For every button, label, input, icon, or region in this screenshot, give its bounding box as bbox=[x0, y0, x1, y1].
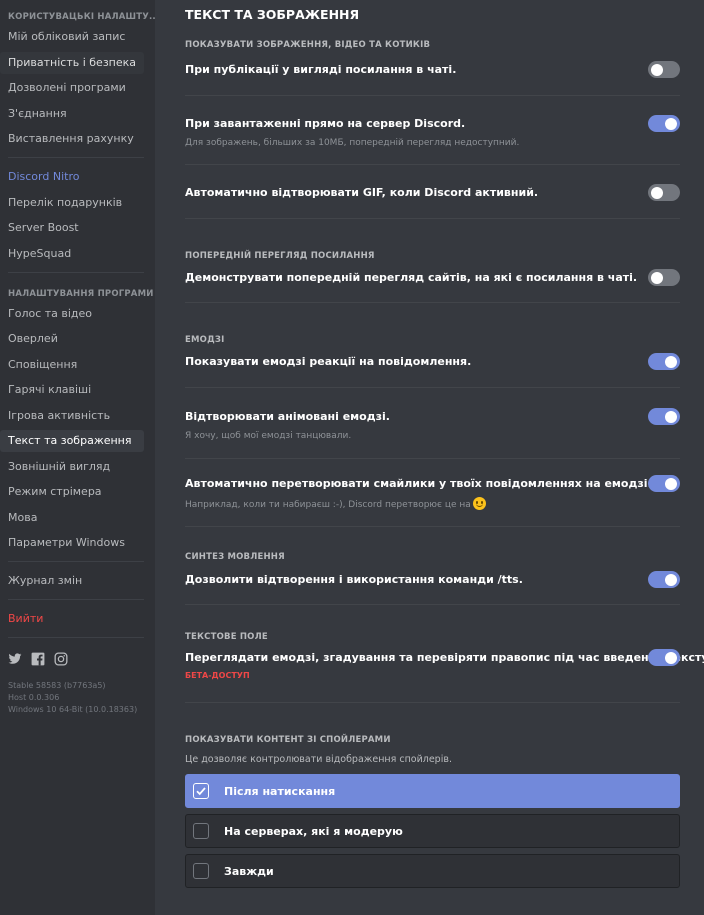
settings-sidebar: КОРИСТУВАЦЬКІ НАЛАШТУ... Мій обліковий з… bbox=[0, 0, 155, 915]
sidebar-item-voice-video[interactable]: Голос та відео bbox=[0, 303, 144, 325]
toggle-knob bbox=[665, 477, 677, 490]
setting-tts-command: Дозволити відтворення і використання ком… bbox=[185, 571, 680, 588]
sidebar-item-billing[interactable]: Виставлення рахунку bbox=[0, 128, 144, 150]
sidebar-divider bbox=[8, 561, 144, 562]
sidebar-item-hypesquad[interactable]: HypeSquad bbox=[0, 243, 144, 265]
sidebar-item-overlay[interactable]: Оверлей bbox=[0, 328, 144, 350]
toggle-knob bbox=[651, 271, 663, 284]
autoplay-gif-toggle[interactable] bbox=[648, 184, 680, 201]
sidebar-item-gift-inventory[interactable]: Перелік подарунків bbox=[0, 192, 144, 214]
toggle-knob bbox=[665, 573, 677, 586]
setting-label: Дозволити відтворення і використання ком… bbox=[185, 573, 523, 586]
sidebar-divider bbox=[8, 637, 144, 638]
settings-content: ТЕКСТ ТА ЗОБРАЖЕННЯ ПОКАЗУВАТИ ЗОБРАЖЕНН… bbox=[185, 0, 704, 894]
sidebar-item-connections[interactable]: З'єднання bbox=[0, 103, 144, 125]
version-info-host: Host 0.0.306 bbox=[8, 693, 60, 702]
option-label: На серверах, які я модерую bbox=[224, 824, 403, 838]
toggle-knob bbox=[665, 117, 677, 130]
reactions-toggle[interactable] bbox=[648, 353, 680, 370]
setting-animate-emoji: Відтворювати анімовані емодзі. Я хочу, щ… bbox=[185, 408, 680, 442]
checkmark-icon bbox=[196, 787, 206, 796]
toggle-knob bbox=[665, 355, 677, 368]
page-title: ТЕКСТ ТА ЗОБРАЖЕННЯ bbox=[185, 7, 360, 22]
sidebar-item-changelog[interactable]: Журнал змін bbox=[0, 570, 144, 592]
sidebar-item-windows-settings[interactable]: Параметри Windows bbox=[0, 532, 144, 554]
sidebar-item-my-account[interactable]: Мій обліковий запис bbox=[0, 26, 144, 48]
sidebar-divider bbox=[8, 271, 144, 273]
section-title-text-box: ТЕКСТОВЕ ПОЛЕ bbox=[185, 632, 268, 642]
embeds-toggle[interactable] bbox=[648, 269, 680, 286]
setting-embeds: Демонструвати попередній перегляд сайтів… bbox=[185, 269, 680, 286]
setting-label: Переглядати емодзі, згадування та переві… bbox=[185, 651, 704, 664]
setting-inline-uploads: При завантаженні прямо на сервер Discord… bbox=[185, 115, 680, 149]
setting-label: Відтворювати анімовані емодзі. bbox=[185, 410, 390, 423]
setting-inline-links: При публікації у вигляді посилання в чат… bbox=[185, 61, 680, 78]
sidebar-item-authorized-apps[interactable]: Дозволені програми bbox=[0, 77, 144, 99]
emoji-picker-toggle[interactable] bbox=[648, 649, 680, 666]
checkbox bbox=[193, 863, 209, 879]
sidebar-item-text-images[interactable]: Текст та зображення bbox=[0, 430, 144, 452]
setting-label: Автоматично відтворювати GIF, коли Disco… bbox=[185, 186, 539, 199]
sidebar-item-keybinds[interactable]: Гарячі клавіші bbox=[0, 379, 144, 401]
sidebar-header-app-settings: НАЛАШТУВАННЯ ПРОГРАМИ bbox=[8, 288, 154, 299]
setting-note: Я хочу, щоб мої емодзі танцювали. bbox=[185, 431, 352, 441]
sidebar-item-privacy-safety[interactable]: Приватність і безпека bbox=[0, 51, 144, 74]
version-info-build: Stable 58583 (b7763a5) bbox=[8, 681, 106, 690]
sidebar-divider bbox=[8, 157, 144, 158]
option-label: Завжди bbox=[224, 864, 274, 878]
sidebar-header-user-settings: КОРИСТУВАЦЬКІ НАЛАШТУ... bbox=[8, 12, 155, 22]
toggle-knob bbox=[651, 186, 663, 199]
option-label: Після натискання bbox=[224, 784, 336, 798]
setting-note: Наприклад, коли ти набираєш :-), Discord… bbox=[185, 497, 680, 510]
checkbox bbox=[193, 783, 209, 799]
instagram-icon[interactable] bbox=[54, 651, 68, 666]
setting-note: Для зображень, більших за 10МБ, попередн… bbox=[185, 138, 520, 148]
sidebar-item-language[interactable]: Мова bbox=[0, 507, 144, 529]
facebook-icon[interactable] bbox=[31, 651, 45, 666]
spoiler-option-moderated-servers[interactable]: На серверах, які я модерую bbox=[185, 814, 680, 848]
twitter-icon[interactable] bbox=[8, 651, 22, 665]
checkbox bbox=[193, 823, 209, 839]
version-info-os: Windows 10 64-Bit (10.0.18363) bbox=[8, 705, 138, 714]
setting-reactions: Показувати емодзі реакції на повідомленн… bbox=[185, 353, 680, 370]
spoiler-option-always[interactable]: Завжди bbox=[185, 854, 680, 888]
section-title-link-preview: ПОПЕРЕДНІЙ ПЕРЕГЛЯД ПОСИЛАННЯ bbox=[185, 251, 375, 261]
toggle-knob bbox=[665, 410, 677, 423]
section-title-spoilers: ПОКАЗУВАТИ КОНТЕНТ ЗІ СПОЙЛЕРАМИ bbox=[185, 735, 391, 745]
setting-emoji-picker: Переглядати емодзі, згадування та переві… bbox=[185, 649, 704, 681]
sidebar-divider bbox=[8, 599, 144, 600]
toggle-knob bbox=[665, 651, 677, 664]
setting-label: При завантаженні прямо на сервер Discord… bbox=[185, 117, 466, 130]
setting-label: Автоматично перетворювати смайлики у тво… bbox=[185, 477, 652, 490]
sidebar-item-server-boost[interactable]: Server Boost bbox=[0, 217, 144, 239]
tts-command-toggle[interactable] bbox=[648, 571, 680, 588]
setting-autoplay-gif: Автоматично відтворювати GIF, коли Disco… bbox=[185, 184, 680, 201]
sidebar-item-game-activity[interactable]: Ігрова активність bbox=[0, 405, 144, 427]
setting-note-text: Наприклад, коли ти набираєш :-), Discord… bbox=[185, 500, 471, 510]
setting-convert-emoticons: Автоматично перетворювати смайлики у тво… bbox=[185, 475, 680, 510]
social-links bbox=[0, 646, 155, 670]
section-title-display-images: ПОКАЗУВАТИ ЗОБРАЖЕННЯ, ВІДЕО ТА КОТИКІВ bbox=[185, 40, 431, 50]
spoiler-option-on-click[interactable]: Після натискання bbox=[185, 774, 680, 808]
sidebar-item-notifications[interactable]: Сповіщення bbox=[0, 354, 144, 376]
sidebar-item-appearance[interactable]: Зовнішній вигляд bbox=[0, 456, 144, 478]
smile-emoji-icon bbox=[472, 497, 486, 510]
beta-badge: БЕТА-ДОСТУП bbox=[185, 671, 250, 680]
setting-label: Демонструвати попередній перегляд сайтів… bbox=[185, 271, 638, 284]
spoiler-description: Це дозволяє контролювати відображення сп… bbox=[185, 754, 452, 765]
setting-label: Показувати емодзі реакції на повідомленн… bbox=[185, 355, 472, 368]
sidebar-item-logout[interactable]: Вийти bbox=[0, 608, 144, 630]
sidebar-item-discord-nitro[interactable]: Discord Nitro bbox=[0, 166, 144, 188]
inline-links-toggle[interactable] bbox=[648, 61, 680, 78]
section-title-tts: СИНТЕЗ МОВЛЕННЯ bbox=[185, 552, 285, 562]
toggle-knob bbox=[651, 63, 663, 76]
convert-emoticons-toggle[interactable] bbox=[648, 475, 680, 492]
sidebar-item-streamer-mode[interactable]: Режим стрімера bbox=[0, 481, 144, 503]
animate-emoji-toggle[interactable] bbox=[648, 408, 680, 425]
inline-uploads-toggle[interactable] bbox=[648, 115, 680, 132]
setting-label: При публікації у вигляді посилання в чат… bbox=[185, 63, 457, 76]
section-title-emoji: ЕМОДЗІ bbox=[185, 335, 225, 345]
